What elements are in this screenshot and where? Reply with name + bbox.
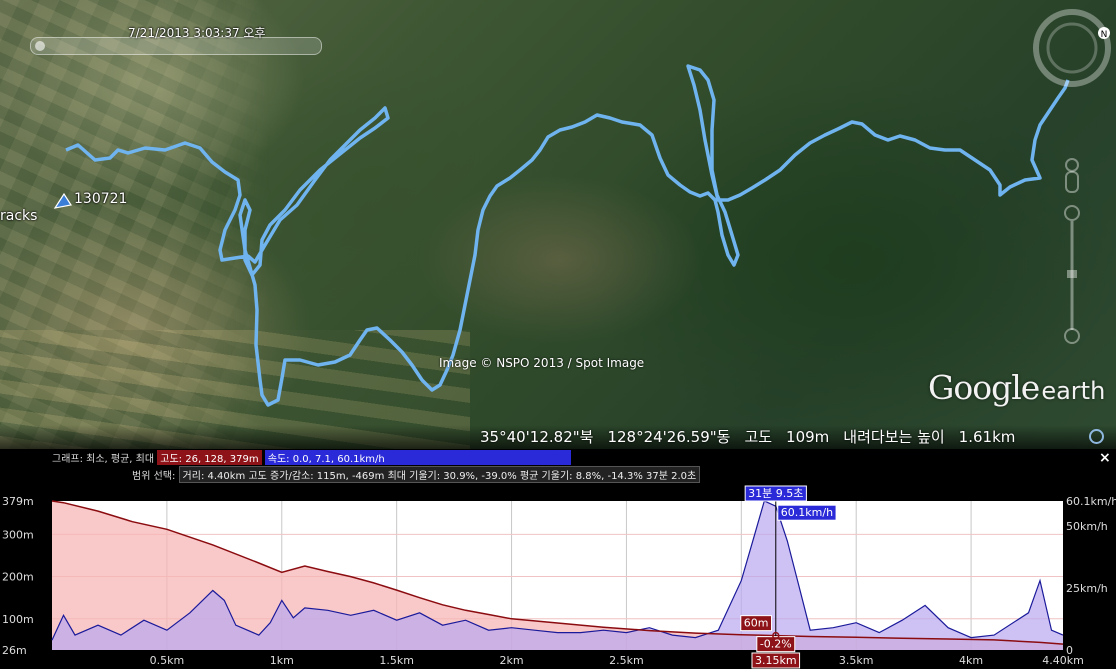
y-right-tick-label: 50km/h	[1066, 520, 1108, 533]
graph-stats-row: 그래프: 최소, 평균, 최대 고도: 26, 128, 379m 속도: 0.…	[52, 450, 571, 465]
y-left-tick-label: 379m	[2, 495, 34, 508]
range-stats-row: 범위 선택: 거리: 4.40km 고도 증가/감소: 115m, -469m …	[132, 466, 701, 483]
logo-google-text: Google	[928, 368, 1040, 407]
y-right-tick-label: 60.1km/h	[1066, 495, 1116, 508]
streaming-indicator-icon	[1089, 429, 1104, 444]
eye-altitude-value: 1.61km	[958, 428, 1016, 446]
x-tick-label: 3.5km	[839, 654, 874, 667]
graph-label: 그래프: 최소, 평균, 최대	[52, 454, 155, 465]
x-tick-label: 2.5km	[609, 654, 644, 667]
y-left-tick-label: 100m	[2, 613, 34, 626]
placemark-arrow-icon[interactable]	[54, 193, 72, 209]
navigation-controls[interactable]: N	[1030, 8, 1114, 353]
street-view-pegman-icon[interactable]	[1065, 158, 1079, 193]
range-label: 범위 선택:	[132, 471, 176, 482]
time-label: 7/21/2013 3:03:37 오후	[128, 26, 266, 40]
elevation-speed-chart[interactable]: 379m 300m 200m 100m 26m 60.1km/h 50km/h 25km/h 0…	[0, 481, 1116, 669]
compass-ring[interactable]	[1033, 9, 1111, 87]
x-tick-label: 4km	[959, 654, 983, 667]
imagery-attribution: Image © NSPO 2013 / Spot Image	[439, 356, 645, 370]
tracks-label[interactable]: racks	[0, 208, 37, 224]
elevation-value: 109m	[786, 428, 830, 446]
y-right-tick-label: 25km/h	[1066, 582, 1108, 595]
speed-stats[interactable]: 속도: 0.0, 7.1, 60.1km/h	[264, 450, 571, 465]
time-slider-knob[interactable]	[35, 41, 45, 51]
placemark-label[interactable]: 130721	[74, 191, 127, 207]
google-earth-logo: Googleearth	[928, 368, 1105, 407]
y-left-tick-label: 200m	[2, 571, 34, 584]
elevation-label: 고도	[744, 428, 773, 446]
elevation-stats[interactable]: 고도: 26, 128, 379m	[157, 450, 262, 465]
cursor-time-label: 31분 9.5초	[748, 487, 803, 500]
map-view[interactable]: 7/21/2013 3:03:37 오후 130721 racks Image …	[0, 0, 1116, 449]
y-left-tick-label: 26m	[2, 644, 27, 657]
cursor-distance-label: 3.15km	[755, 654, 797, 667]
logo-earth-text: earth	[1041, 377, 1106, 405]
close-profile-button[interactable]: ×	[1099, 450, 1111, 466]
latitude: 35°40'12.82"북	[480, 428, 594, 446]
cursor-speed-label: 60.1km/h	[781, 506, 833, 519]
eye-altitude-label: 내려다보는 높이	[843, 428, 945, 446]
cursor-slope-label: -0.2%	[760, 638, 792, 651]
zoom-slider[interactable]	[1064, 205, 1080, 344]
x-tick-label: 4.40km	[1042, 654, 1084, 667]
gps-track-line[interactable]	[65, 64, 1070, 407]
x-tick-label: 1km	[270, 654, 294, 667]
cursor-elevation-label: 60m	[744, 617, 769, 630]
x-tick-label: 0.5km	[150, 654, 185, 667]
y-left-tick-label: 300m	[2, 528, 34, 541]
longitude: 128°24'26.59"동	[607, 428, 731, 446]
svg-text:N: N	[1101, 30, 1108, 40]
status-readout: 35°40'12.82"북 128°24'26.59"동 고도 109m 내려다보는 높…	[480, 426, 1029, 447]
x-tick-label: 2km	[499, 654, 523, 667]
x-tick-label: 1.5km	[379, 654, 414, 667]
